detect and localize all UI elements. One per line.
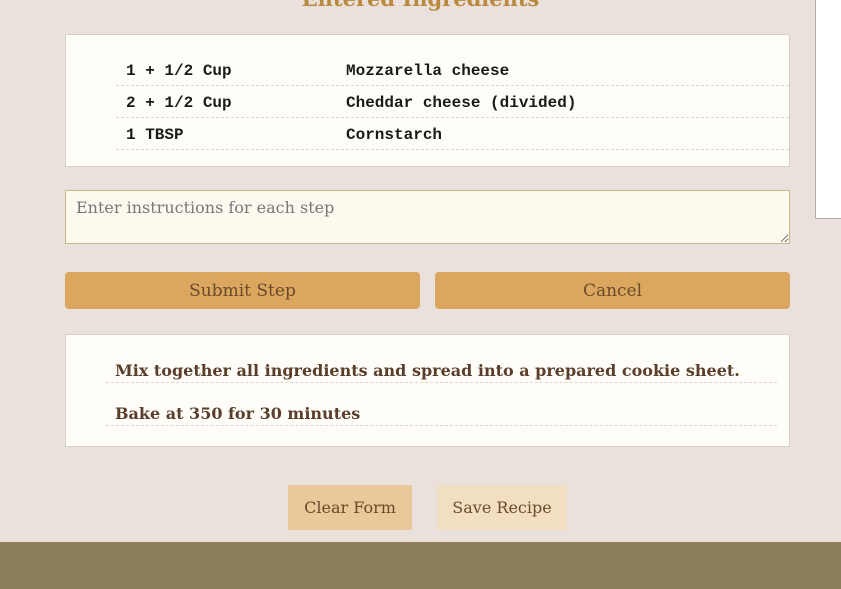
ingredient-name: Mozzarella cheese [346,62,510,80]
ingredient-quantity: 1 + 1/2 Cup [126,62,232,80]
submit-step-button[interactable]: Submit Step [65,272,420,309]
cancel-button[interactable]: Cancel [435,272,790,309]
side-panel [815,0,841,219]
footer [0,542,841,589]
ingredient-row: 2 + 1/2 Cup Cheddar cheese (divided) [116,86,789,118]
clear-form-button[interactable]: Clear Form [288,485,412,530]
instructions-input[interactable] [65,190,790,244]
ingredients-list: 1 + 1/2 Cup Mozzarella cheese 2 + 1/2 Cu… [65,34,790,167]
save-recipe-button[interactable]: Save Recipe [437,485,567,530]
ingredient-quantity: 2 + 1/2 Cup [126,94,232,112]
ingredient-name: Cornstarch [346,126,443,144]
ingredient-quantity: 1 TBSP [126,126,184,144]
step-text: Bake at 350 for 30 minutes [115,404,361,423]
step-item: Bake at 350 for 30 minutes [106,383,777,426]
step-text: Mix together all ingredients and spread … [115,361,740,380]
ingredient-name: Cheddar cheese (divided) [346,94,577,112]
section-heading: Entered Ingredients [0,0,841,11]
steps-list: Mix together all ingredients and spread … [65,334,790,447]
step-item: Mix together all ingredients and spread … [106,340,777,383]
ingredient-row: 1 TBSP Cornstarch [116,118,789,150]
ingredient-row: 1 + 1/2 Cup Mozzarella cheese [116,54,789,86]
